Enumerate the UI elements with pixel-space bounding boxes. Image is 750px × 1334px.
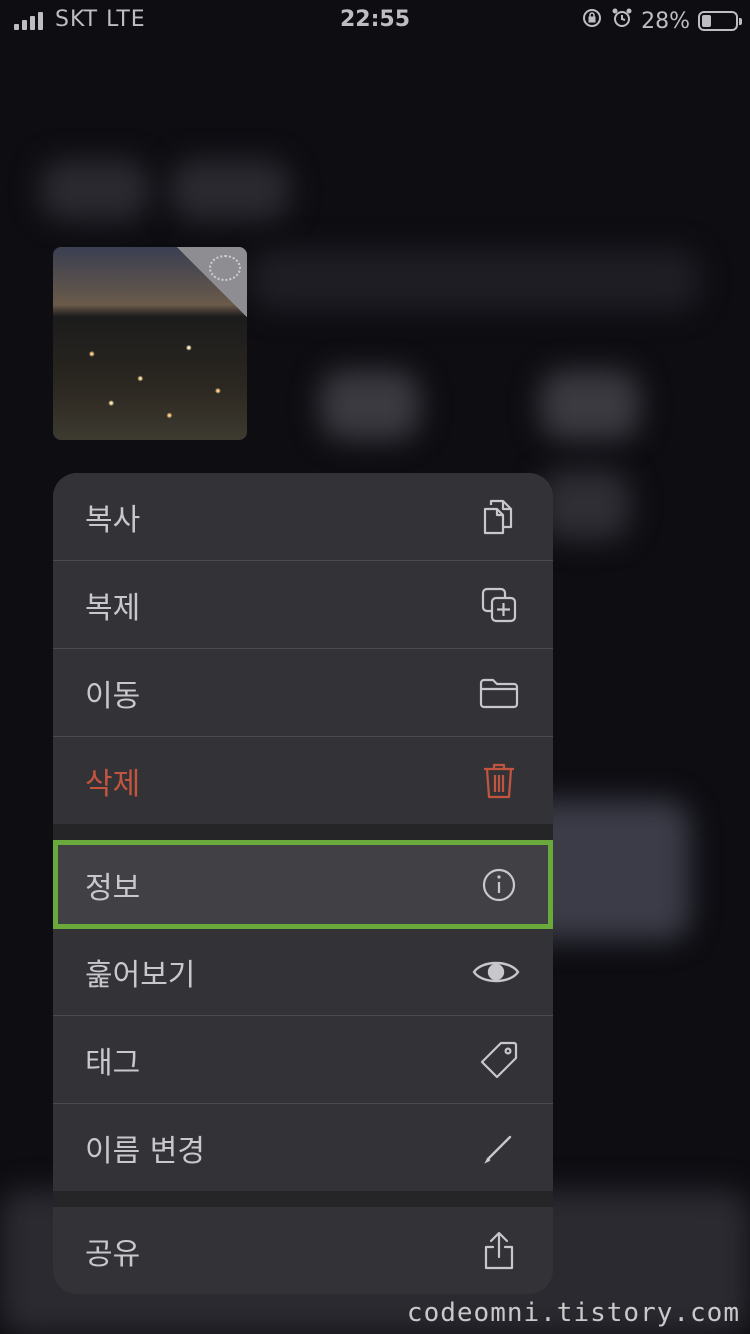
blurred-shape	[540, 370, 640, 440]
menu-item-copy[interactable]: 복사	[53, 473, 553, 560]
copy-icon	[477, 495, 521, 539]
menu-item-label: 훑어보기	[85, 958, 196, 993]
trash-icon	[477, 759, 521, 803]
blurred-shape	[540, 470, 630, 540]
tag-icon	[477, 1038, 521, 1082]
menu-item-label: 이동	[85, 678, 141, 714]
menu-item-rename[interactable]: 이름 변경	[53, 1104, 553, 1191]
folder-icon	[477, 671, 521, 715]
cloud-download-icon	[209, 255, 241, 281]
menu-item-label: 삭제	[85, 766, 141, 802]
menu-item-label: 태그	[85, 1045, 141, 1081]
status-bar: SKT LTE 22:55 28%	[0, 0, 750, 40]
watermark: codeomni.tistory.com	[406, 1298, 740, 1328]
alarm-icon	[611, 7, 633, 35]
menu-item-label: 이름 변경	[85, 1133, 205, 1169]
orientation-lock-icon	[581, 7, 603, 35]
menu-item-label: 공유	[85, 1236, 141, 1272]
page-curl	[177, 247, 247, 317]
duplicate-icon	[477, 583, 521, 627]
menu-item-label: 복제	[85, 590, 141, 626]
context-menu: 복사 복제 이동 삭제 정보 훑어보기 태그 이름 변경 공유	[53, 473, 553, 1294]
group-gap	[53, 1191, 553, 1207]
group-gap	[53, 824, 553, 840]
blurred-shape	[170, 160, 290, 220]
menu-item-label: 복사	[85, 502, 141, 538]
photo-thumbnail[interactable]	[53, 247, 247, 440]
blurred-shape	[320, 370, 420, 440]
menu-item-label: 정보	[85, 870, 141, 906]
blurred-shape	[40, 160, 150, 220]
menu-item-move[interactable]: 이동	[53, 649, 553, 736]
menu-item-tag[interactable]: 태그	[53, 1016, 553, 1103]
city-lights	[53, 317, 247, 440]
pencil-icon	[477, 1126, 521, 1170]
blurred-shape	[250, 250, 700, 310]
battery-icon	[698, 11, 742, 31]
info-icon	[477, 863, 521, 907]
menu-item-delete[interactable]: 삭제	[53, 737, 553, 824]
menu-item-duplicate[interactable]: 복제	[53, 561, 553, 648]
eye-icon	[471, 950, 521, 994]
status-right: 28%	[581, 7, 742, 35]
battery-percent: 28%	[641, 8, 690, 34]
menu-item-info[interactable]: 정보	[53, 840, 553, 929]
menu-item-share[interactable]: 공유	[53, 1207, 553, 1294]
menu-item-quicklook[interactable]: 훑어보기	[53, 929, 553, 1015]
share-icon	[477, 1229, 521, 1273]
